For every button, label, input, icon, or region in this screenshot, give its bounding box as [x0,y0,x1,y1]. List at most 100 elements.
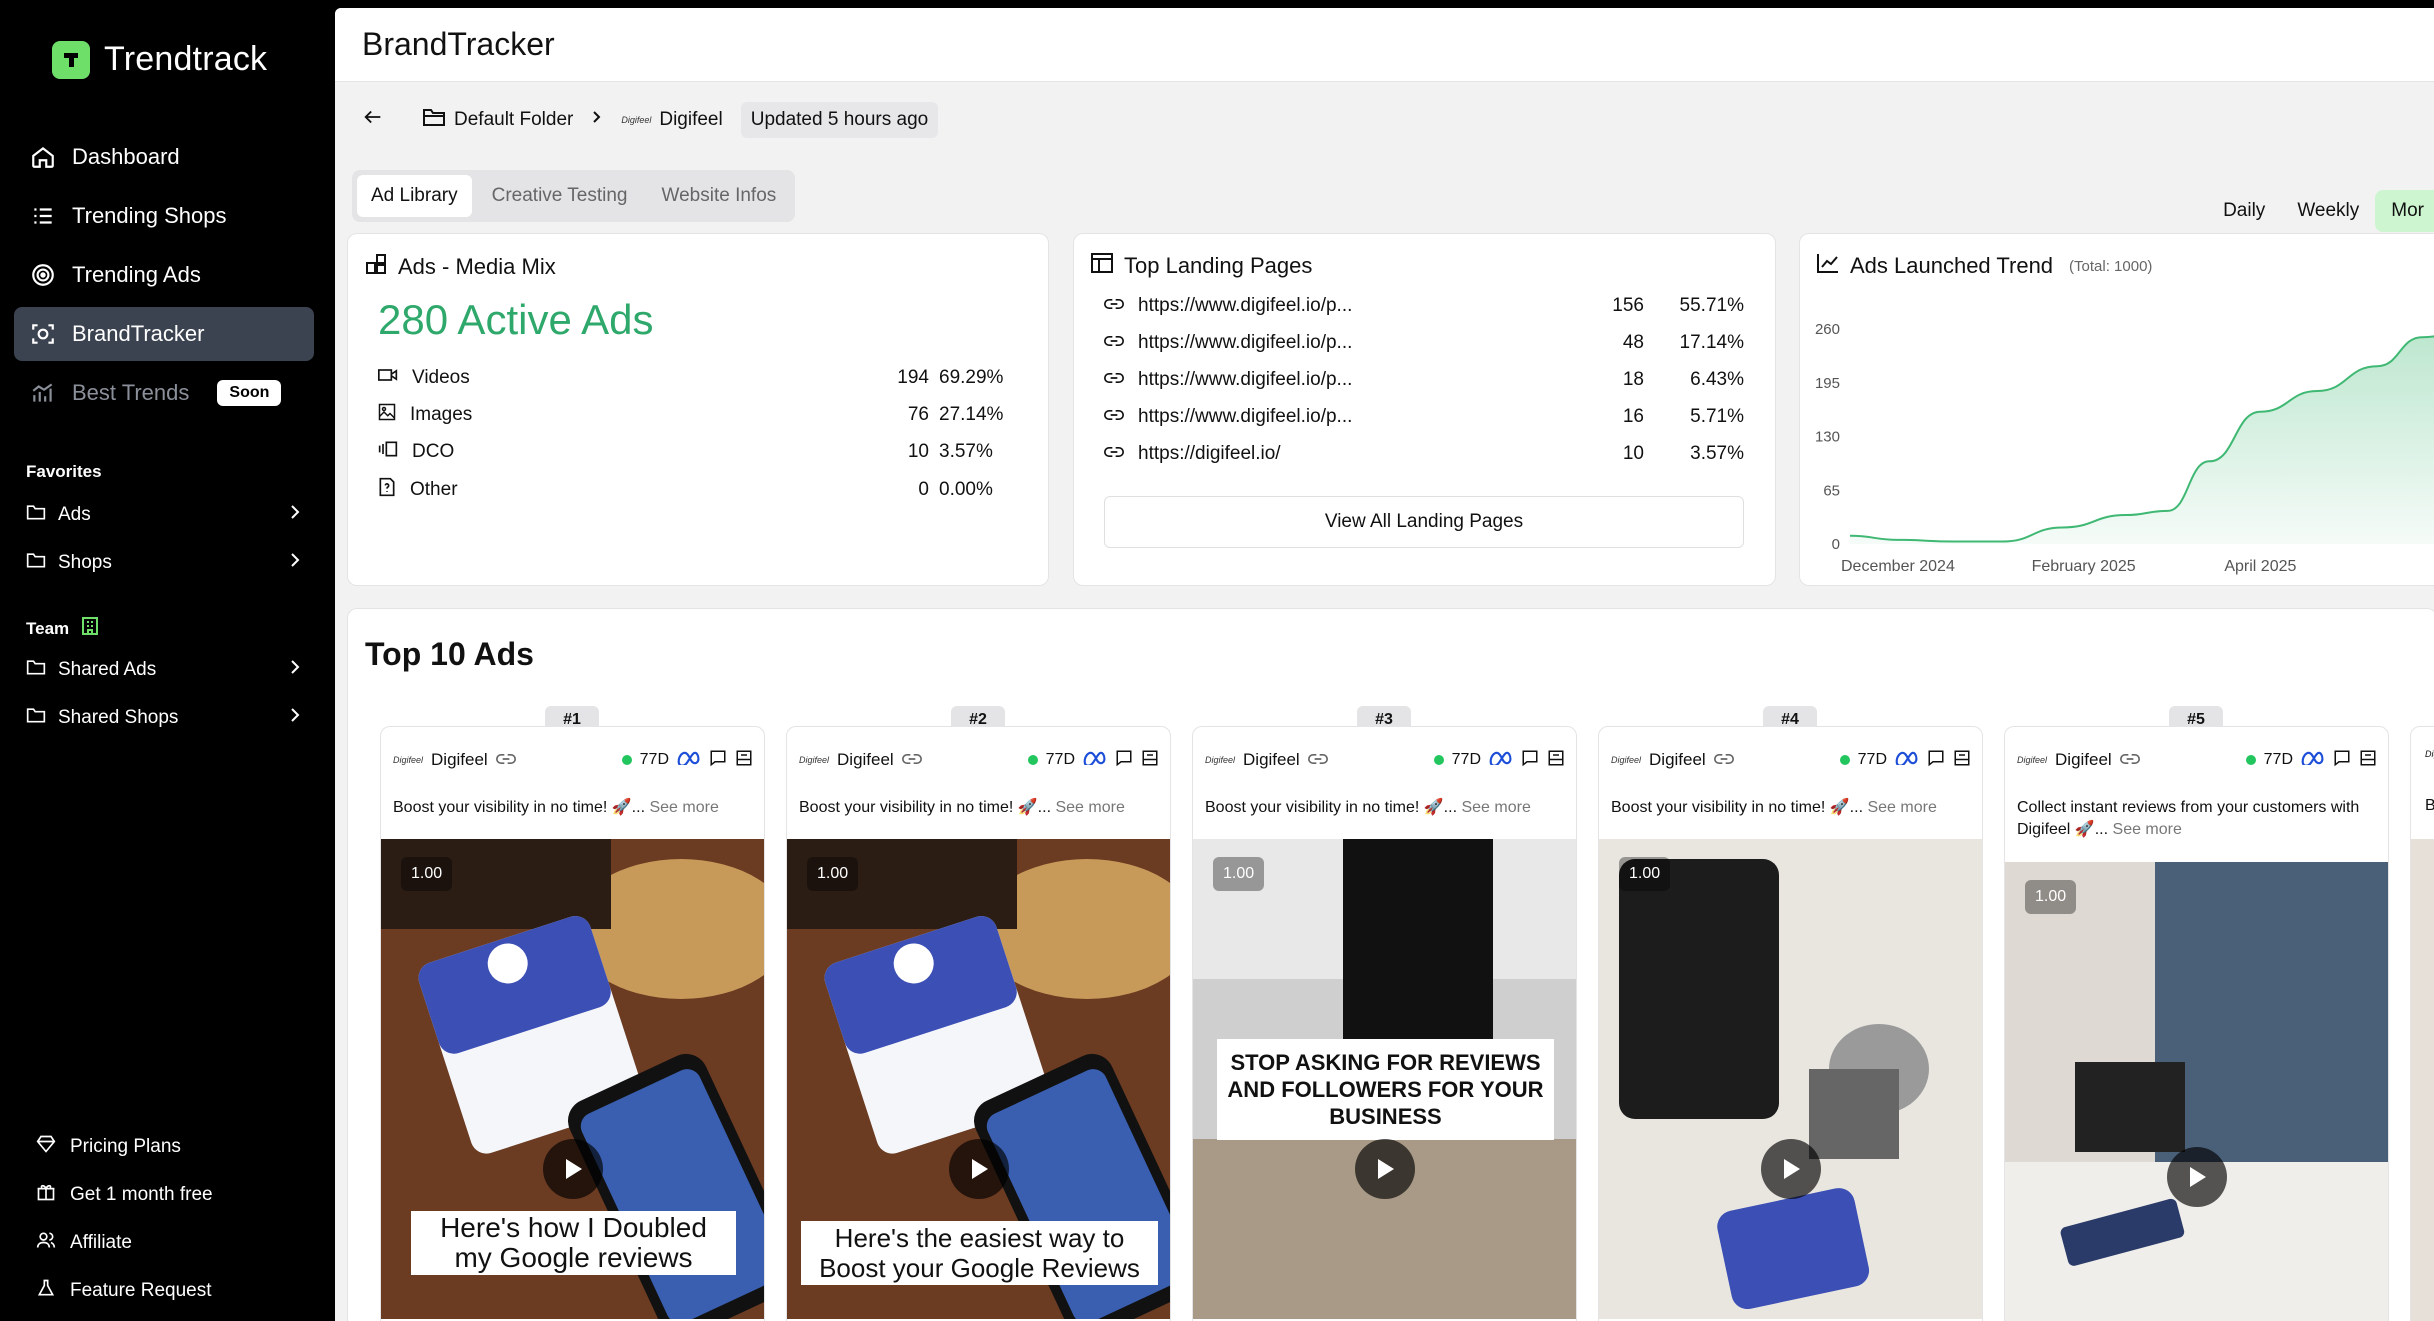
chevron-right-icon [289,503,301,527]
folder-open-icon [422,107,446,133]
ad-copy: Boost your visibility in no time! 🚀... S… [1205,799,1531,816]
see-more-link[interactable]: See more [1867,799,1936,816]
link-icon[interactable] [901,750,922,770]
back-arrow-icon[interactable] [362,106,384,134]
ad-details-icon[interactable] [1141,749,1159,772]
nav-item-trending-shops[interactable]: Trending Shops [14,189,314,243]
tab-creative-testing[interactable]: Creative Testing [478,175,642,217]
play-button[interactable] [949,1139,1009,1199]
link-icon [1104,295,1124,317]
landing-page-count: 48 [1622,332,1644,353]
get-month-free-link[interactable]: Get 1 month free [36,1177,213,1213]
period-daily[interactable]: Daily [2207,190,2281,232]
ad-details-icon[interactable] [1953,749,1971,772]
link-icon[interactable] [495,750,516,770]
team-item-shared-shops[interactable]: Shared Shops [26,698,301,738]
landing-page-count: 16 [1622,406,1644,427]
period-monthly[interactable]: Mor [2375,190,2434,232]
ad-card[interactable]: Digifeel Digifeel 77D Boost your visibility… [1192,726,1577,1321]
ad-header: Digifeel Digifeel 77D [393,747,753,773]
ad-media[interactable]: 1.00 STOP ASKING FOR REVIEWS AND FOLLOWER… [1193,839,1576,1321]
comment-icon[interactable] [1115,749,1133,772]
see-more-link[interactable]: See more [649,799,718,816]
ad-media [2411,839,2434,1321]
users-icon [36,1230,56,1256]
ad-card-partial[interactable]: Dig Bo [2410,726,2434,1321]
chevron-right-icon [591,109,603,131]
pricing-plans-link[interactable]: Pricing Plans [36,1129,181,1165]
feature-request-link[interactable]: Feature Request [36,1273,212,1309]
play-button[interactable] [543,1139,603,1199]
ad-card[interactable]: Digifeel Digifeel 77D Boost your visibility… [786,726,1171,1321]
ad-details-icon[interactable] [735,749,753,772]
link-icon[interactable] [1713,750,1734,770]
ad-media[interactable]: 1.00 [2005,862,2388,1321]
breadcrumb-brand[interactable]: Digifeel Digifeel [621,109,722,131]
landing-page-row[interactable]: https://www.digifeel.io/p... 16 5.71% [1104,400,1744,434]
comment-icon[interactable] [1521,749,1539,772]
app-logo[interactable]: Trendtrack [52,40,267,79]
nav-item-trending-ads[interactable]: Trending Ads [14,248,314,302]
nav-item-brandtracker[interactable]: BrandTracker [14,307,314,361]
nav-item-dashboard[interactable]: Dashboard [14,130,314,184]
play-button[interactable] [1761,1139,1821,1199]
ad-media[interactable]: 1.00 Here's how I Doubled my Google revie… [381,839,764,1321]
affiliate-link[interactable]: Affiliate [36,1225,132,1261]
brand-logo: Digifeel [1205,755,1236,765]
play-button[interactable] [1355,1139,1415,1199]
favorites-item-shops[interactable]: Shops [26,543,301,583]
view-all-landing-pages-button[interactable]: View All Landing Pages [1104,496,1744,548]
ad-brand-name[interactable]: Digifeel [2055,750,2112,770]
nav-item-best-trends[interactable]: Best Trends Soon [14,366,314,420]
home-icon [28,142,58,172]
see-more-link[interactable]: See more [1055,799,1124,816]
play-button[interactable] [2167,1147,2227,1207]
ad-header: Digifeel Digifeel 77D [1611,747,1971,773]
ad-card[interactable]: Digifeel Digifeel 77D Boost your visibility… [380,726,765,1321]
y-tick-label: 195 [1815,375,1840,392]
team-heading: Team [26,616,99,641]
ad-media-image [2005,862,2388,1321]
ad-header: Digifeel Digifeel 77D [2017,747,2377,773]
breadcrumb-folder[interactable]: Default Folder [422,107,573,133]
comment-icon[interactable] [1927,749,1945,772]
see-more-link[interactable]: See more [1461,799,1530,816]
link-icon[interactable] [1307,750,1328,770]
nav-label: Trending Ads [72,262,201,287]
meta-icon [677,751,701,770]
bar-chart-icon [28,378,58,408]
see-more-link[interactable]: See more [2113,821,2182,838]
landing-page-row[interactable]: https://www.digifeel.io/p... 18 6.43% [1104,363,1744,397]
ad-details-icon[interactable] [1547,749,1565,772]
landing-page-url: https://www.digifeel.io/p... [1138,332,1353,353]
ad-card[interactable]: Digifeel Digifeel 77D Boost your visibility… [1598,726,1983,1321]
favorites-item-ads[interactable]: Ads [26,495,301,535]
comment-icon[interactable] [709,749,727,772]
main-nav: Dashboard Trending Shops Trending Ads Br… [14,130,314,425]
landing-page-row[interactable]: https://www.digifeel.io/p... 48 17.14% [1104,326,1744,360]
brand-logo: Digifeel [393,755,424,765]
y-tick-label: 260 [1815,321,1840,338]
ad-brand-name[interactable]: Digifeel [1649,750,1706,770]
period-weekly[interactable]: Weekly [2281,190,2375,232]
ad-header: Digifeel Digifeel 77D [1205,747,1565,773]
active-status-dot [1433,755,1444,765]
ad-brand-name[interactable]: Digifeel [1243,750,1300,770]
tab-website-infos[interactable]: Website Infos [648,175,791,217]
ad-media[interactable]: 1.00 [1599,839,1982,1321]
ad-card[interactable]: Digifeel Digifeel 77D Collect instant revie… [2004,726,2389,1321]
chevron-right-icon [289,706,301,730]
link-icon[interactable] [2119,750,2140,770]
team-item-shared-ads[interactable]: Shared Ads [26,650,301,690]
ad-brand-name[interactable]: Digifeel [431,750,488,770]
tab-ad-library[interactable]: Ad Library [357,175,472,217]
building-icon [81,616,99,641]
ad-brand-name[interactable]: Digifeel [837,750,894,770]
ad-details-icon[interactable] [2359,749,2377,772]
comment-icon[interactable] [2333,749,2351,772]
landing-page-row[interactable]: https://digifeel.io/10 3.57% [1104,437,1744,471]
trend-area [1850,336,2434,544]
ad-media[interactable]: 1.00 Here's the easiest way to Boost your… [787,839,1170,1321]
landing-page-row[interactable]: https://www.digifeel.io/p... 156 55.71% [1104,289,1744,323]
landing-page-pct: 3.57% [1690,443,1744,464]
